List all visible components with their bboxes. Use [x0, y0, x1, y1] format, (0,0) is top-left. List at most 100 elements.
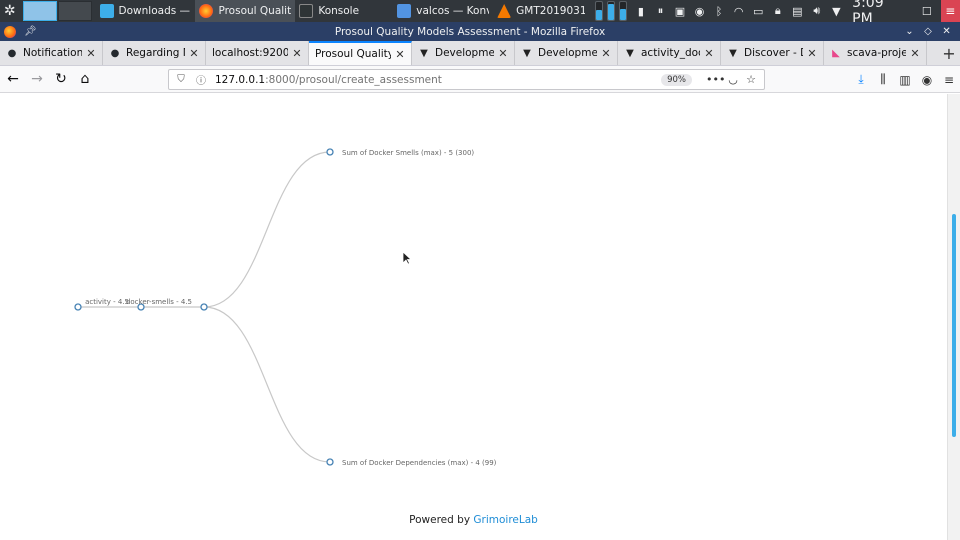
tab-close-icon[interactable]: ✕: [600, 47, 612, 60]
url-text[interactable]: 127.0.0.1:8000/prosoul/create_assessment: [215, 74, 661, 86]
github-icon: ●: [7, 47, 17, 59]
tree-label-activity: activity - 4.5: [85, 298, 129, 306]
reload-button[interactable]: ↻: [50, 68, 72, 90]
tab-label: activity_docke: [641, 47, 700, 59]
new-tab-button[interactable]: +: [938, 41, 960, 65]
tab-close-icon[interactable]: ✕: [497, 47, 509, 60]
lock-icon[interactable]: 🔒︎: [770, 3, 786, 19]
footer-prefix: Powered by: [409, 514, 471, 526]
leave-menu-icon[interactable]: ≡: [940, 0, 960, 22]
back-button[interactable]: ←: [2, 68, 24, 90]
close-icon[interactable]: ✕: [942, 26, 950, 37]
pause-icon[interactable]: ⏸: [653, 3, 669, 19]
tab-close-icon[interactable]: ✕: [806, 47, 818, 60]
page-actions-icon[interactable]: •••: [706, 73, 725, 86]
tracking-shield-icon[interactable]: ⛉: [173, 72, 189, 88]
tab-close-icon[interactable]: ✕: [85, 47, 97, 60]
pin-icon[interactable]: 📌︎: [24, 26, 37, 37]
tab-1[interactable]: ● Notifications✕: [0, 41, 103, 65]
tab-label: Regarding Mi: [126, 47, 185, 59]
tab-8[interactable]: ▼ Discover - Dev✕: [721, 41, 824, 65]
tab-5[interactable]: ▼ Development✕: [412, 41, 515, 65]
tab-close-icon[interactable]: ✕: [394, 48, 406, 61]
tab-7[interactable]: ▼ activity_docke✕: [618, 41, 721, 65]
tree-node-root[interactable]: [74, 303, 82, 311]
task-downloads[interactable]: Downloads — D...: [96, 0, 196, 22]
bookmark-star-icon[interactable]: ☆: [742, 73, 760, 86]
tree-label-leaf-smells: Sum of Docker Smells (max) - 5 (300): [342, 149, 474, 157]
firefox-icon[interactable]: [4, 25, 16, 38]
sidebar-icon[interactable]: ▥: [894, 73, 916, 87]
tab-3[interactable]: localhost:9200/_a✕: [206, 41, 309, 65]
monitor-bar-2: [607, 1, 616, 21]
keyboard-icon[interactable]: ▤: [790, 3, 806, 19]
scrollbar-thumb[interactable]: [952, 214, 956, 438]
usb-icon[interactable]: ▮: [633, 3, 649, 19]
maximize-icon[interactable]: ◇: [924, 26, 932, 37]
github-icon: ●: [110, 47, 120, 59]
tab-label: Development: [538, 47, 597, 59]
bluetooth-icon[interactable]: ᛒ: [711, 3, 727, 19]
kibana-icon: ▼: [523, 47, 531, 59]
task-vlc[interactable]: GMT20190314-1...: [493, 0, 589, 22]
task-konversation[interactable]: valcos — Konve...: [393, 0, 493, 22]
tree-node-leaf-smells[interactable]: [326, 148, 334, 156]
home-button[interactable]: ⌂: [74, 68, 96, 90]
tab-6[interactable]: ▼ Development✕: [515, 41, 618, 65]
tray-expand-icon[interactable]: ▼: [829, 3, 845, 19]
download-icon[interactable]: ⤓: [850, 72, 872, 87]
tab-close-icon[interactable]: ✕: [703, 47, 715, 60]
page-scrollbar[interactable]: [947, 94, 960, 540]
grimoirelab-link[interactable]: GrimoireLab: [473, 514, 537, 526]
battery-icon[interactable]: ▭: [750, 3, 766, 19]
tab-close-icon[interactable]: ✕: [909, 47, 921, 60]
desktop-2[interactable]: [57, 1, 92, 21]
tab-label: Discover - Dev: [744, 47, 803, 59]
kde-menu-icon[interactable]: ✲: [0, 0, 20, 22]
navigation-toolbar: ← → ↻ ⌂ ⛉ ⓘ 127.0.0.1:8000/prosoul/creat…: [0, 66, 960, 93]
task-konsole[interactable]: Konsole: [295, 0, 393, 22]
kibana-icon: ▼: [626, 47, 634, 59]
folder-icon: [99, 4, 114, 18]
clipboard-icon[interactable]: ▣: [672, 3, 688, 19]
tree-node-docker-smells[interactable]: [200, 303, 208, 311]
system-tray: ▮ ⏸ ▣ ◉ ᛒ ◠ ▭ 🔒︎ ▤ 🔊︎ ▼ 3:09 PM ☐ ≡: [631, 0, 960, 27]
page-footer: Powered by GrimoireLab: [0, 514, 947, 526]
kibana-icon: ▼: [729, 47, 737, 59]
pocket-icon[interactable]: ◡: [724, 73, 742, 86]
site-info-icon[interactable]: ⓘ: [193, 72, 209, 88]
tree-label-docker-smells: docker-smells - 4.5: [126, 298, 192, 306]
kibana-pink-icon: ◣: [832, 47, 840, 59]
zoom-indicator[interactable]: 90%: [661, 73, 692, 86]
monitor-bar-3: [619, 1, 628, 21]
tab-9[interactable]: ◣ scava-project✕: [824, 41, 927, 65]
desktop-1[interactable]: [22, 1, 57, 21]
show-desktop-icon[interactable]: ☐: [919, 3, 935, 19]
page-content: activity - 4.5 docker-smells - 4.5 Sum o…: [0, 94, 947, 540]
account-icon[interactable]: ◉: [916, 73, 938, 87]
url-bar[interactable]: ⛉ ⓘ 127.0.0.1:8000/prosoul/create_assess…: [168, 69, 765, 90]
volume-icon[interactable]: 🔊︎: [809, 3, 825, 19]
tab-label: Notifications: [23, 47, 82, 59]
tree-node-leaf-dependencies[interactable]: [326, 458, 334, 466]
mouse-cursor-icon: [402, 251, 412, 265]
tree-label-leaf-dependencies: Sum of Docker Dependencies (max) - 4 (99…: [342, 459, 497, 467]
tab-close-icon[interactable]: ✕: [291, 47, 303, 60]
wifi-icon[interactable]: ◠: [731, 3, 747, 19]
kibana-icon: ▼: [420, 47, 428, 59]
tab-2[interactable]: ● Regarding Mi✕: [103, 41, 206, 65]
window-titlebar[interactable]: 📌︎ Prosoul Quality Models Assessment - M…: [0, 22, 960, 41]
virtual-desktop-pager: [22, 0, 93, 22]
task-firefox[interactable]: Prosoul Quality ...: [195, 0, 296, 22]
tab-close-icon[interactable]: ✕: [188, 47, 200, 60]
system-monitor[interactable]: [595, 1, 631, 21]
monitor-bar-1: [595, 1, 604, 21]
library-icon[interactable]: ⫼: [872, 72, 894, 87]
forward-button[interactable]: →: [26, 68, 48, 90]
assessment-tree: activity - 4.5 docker-smells - 4.5 Sum o…: [74, 148, 497, 467]
updates-icon[interactable]: ◉: [692, 3, 708, 19]
menu-icon[interactable]: ≡: [938, 73, 960, 87]
minimize-icon[interactable]: ⌄: [905, 26, 913, 37]
tab-4[interactable]: Prosoul Quality M✕: [309, 41, 412, 65]
tab-label: scava-project: [847, 47, 906, 59]
